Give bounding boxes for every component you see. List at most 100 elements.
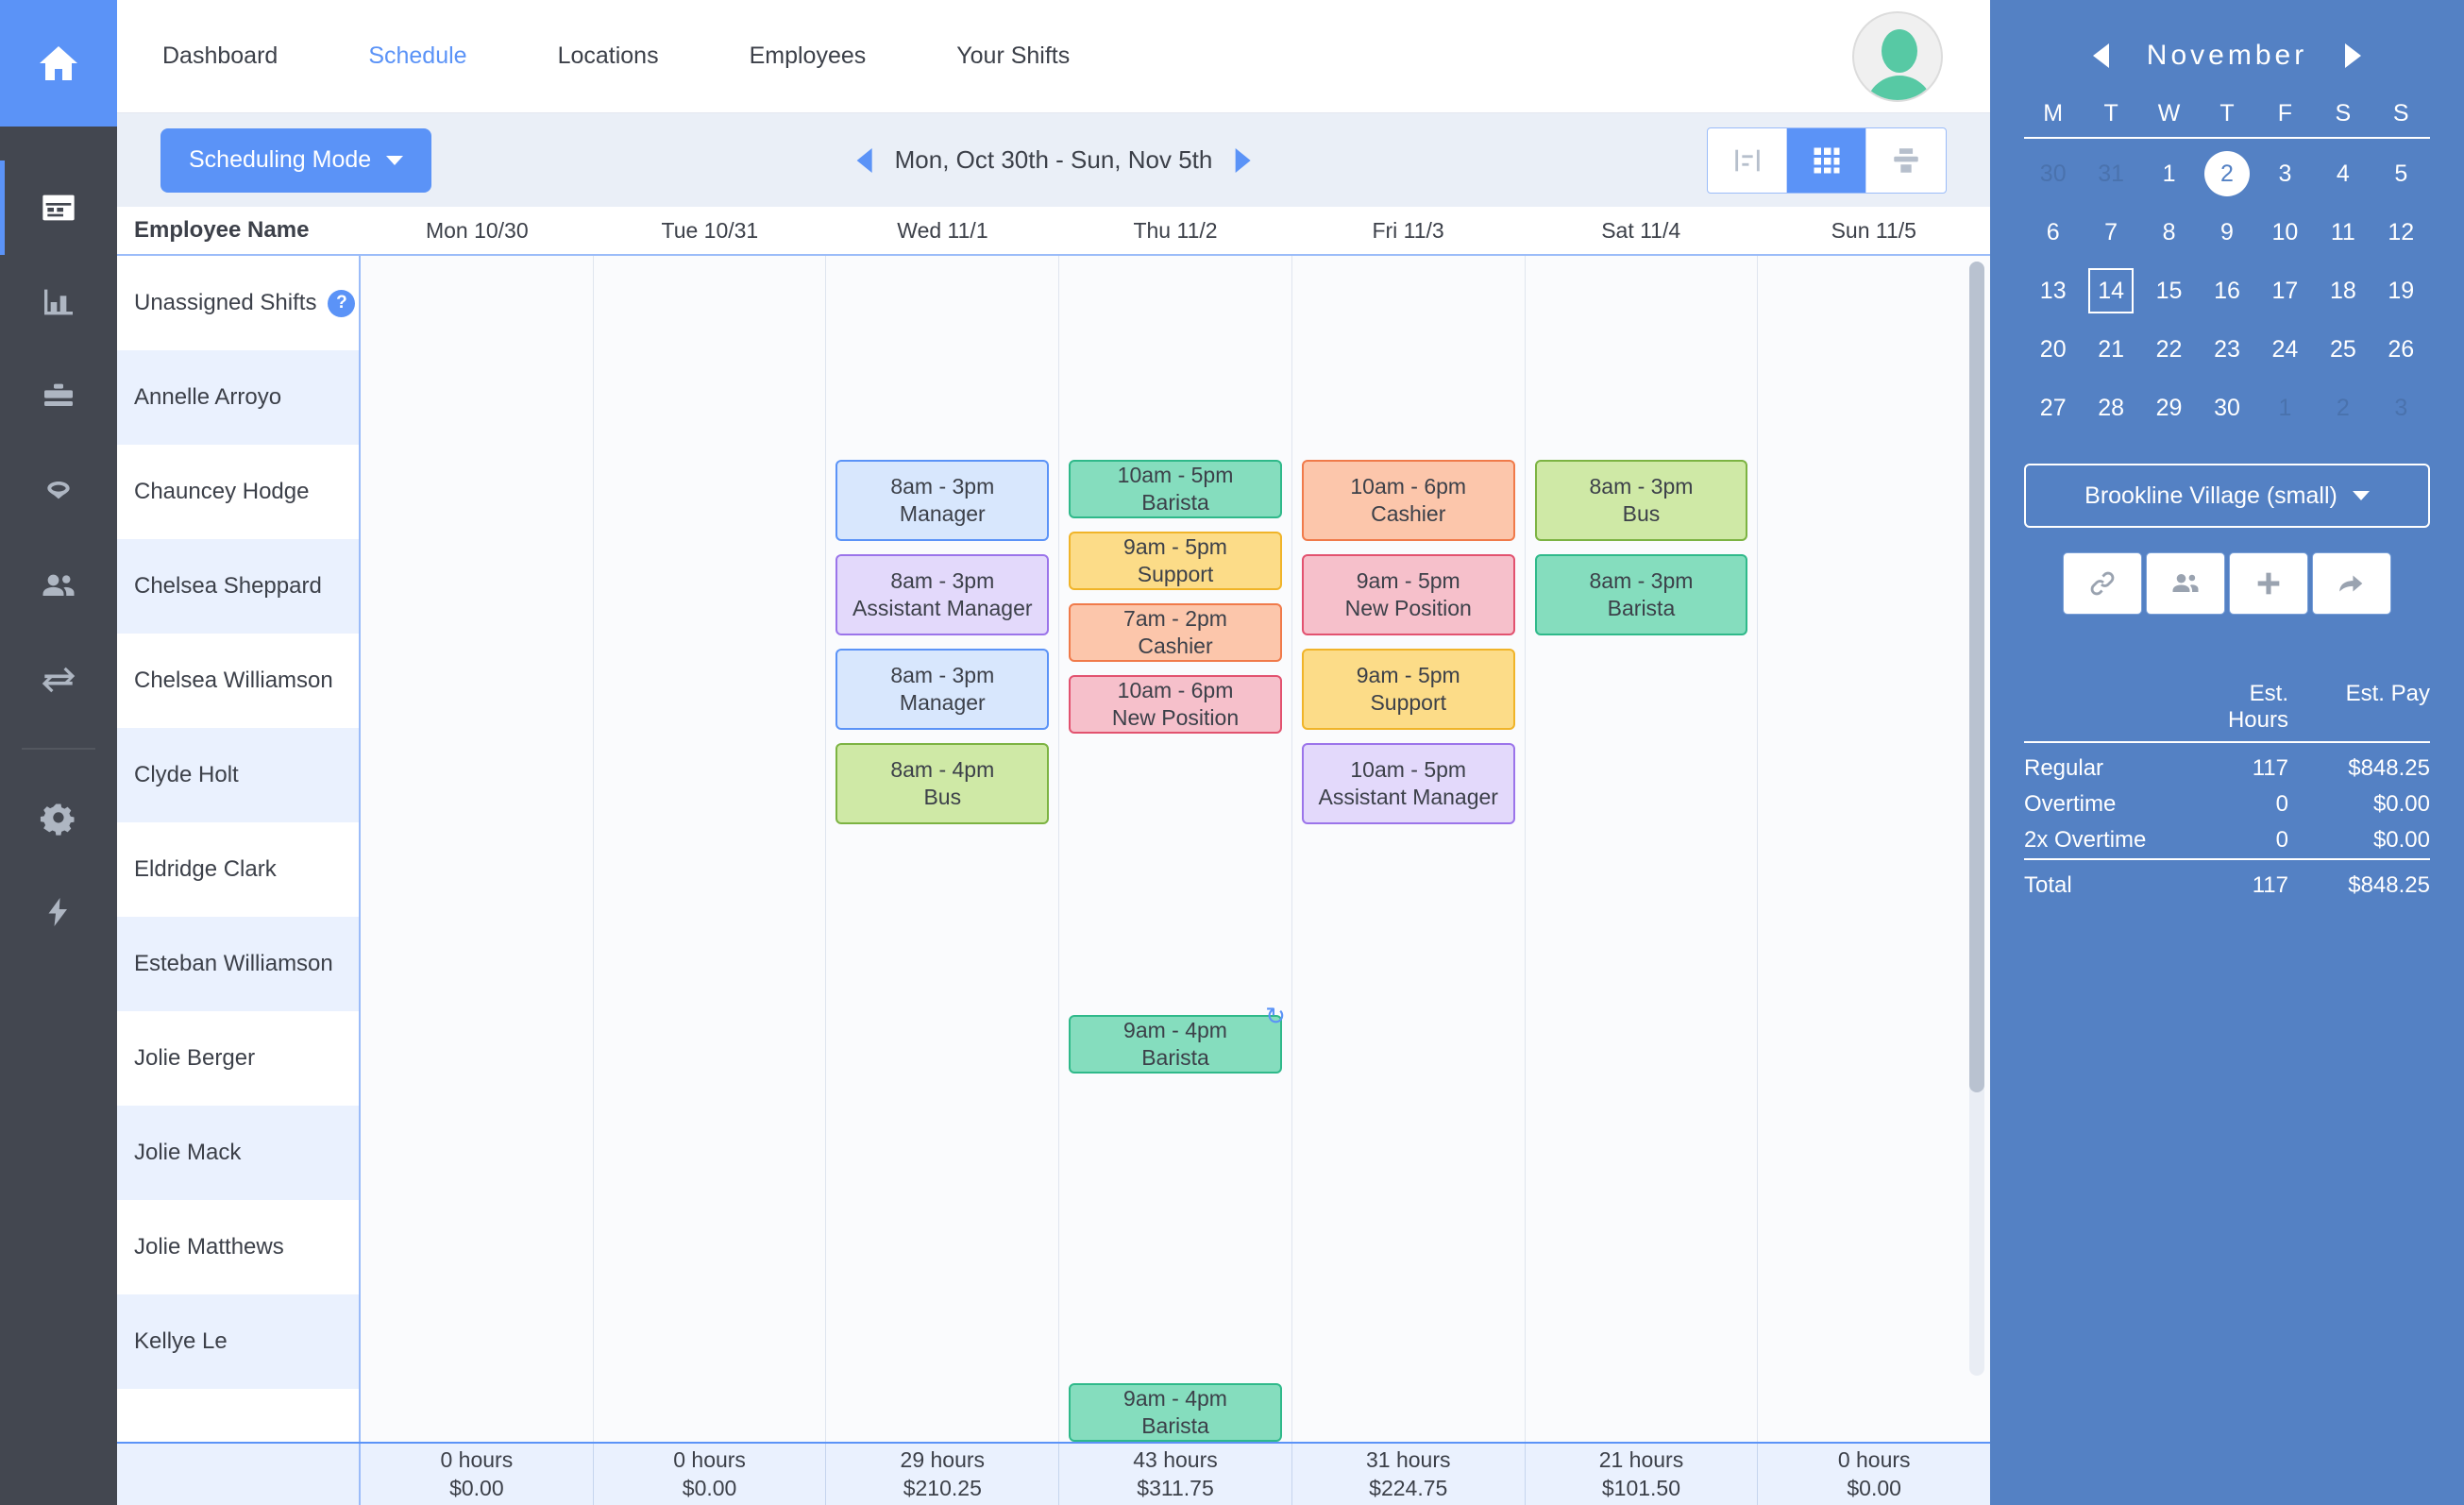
nav-your-shifts[interactable]: Your Shifts [956,42,1070,70]
manage-people-button[interactable] [2146,552,2225,615]
calendar-day[interactable]: 12 [2372,203,2430,262]
day-column[interactable]: 8am - 3pmBus 8am - 3pmBarista [1526,256,1759,1442]
copy-link-button[interactable] [2063,552,2142,615]
calendar-day[interactable]: 17 [2256,262,2314,320]
employee-row[interactable]: Chelsea Williamson [117,634,359,728]
calendar-day[interactable]: 18 [2314,262,2371,320]
calendar-day[interactable]: 28 [2082,379,2139,437]
location-selector[interactable]: Brookline Village (small) [2024,464,2430,528]
shift-card[interactable]: 8am - 4pmBus [835,743,1049,824]
shift-card[interactable]: 10am - 5pmBarista [1069,460,1282,518]
publish-share-button[interactable] [2312,552,2391,615]
calendar-day[interactable]: 14 [2082,262,2139,320]
calendar-day[interactable]: 2 [2198,144,2255,203]
rail-item-jobs[interactable] [0,349,117,444]
day-column[interactable] [594,256,827,1442]
view-timeline-button[interactable] [1708,128,1787,193]
employee-row[interactable]: Jolie Berger [117,1011,359,1106]
avatar-button[interactable] [1852,11,1943,102]
shift-card[interactable]: 8am - 3pmManager [835,460,1049,541]
prev-week-button[interactable] [857,148,872,173]
nav-dashboard[interactable]: Dashboard [162,42,278,70]
employee-row[interactable]: Esteban Williamson [117,917,359,1011]
rail-item-swaps[interactable] [0,633,117,727]
nav-locations[interactable]: Locations [558,42,659,70]
calendar-day[interactable]: 1 [2140,144,2198,203]
calendar-day[interactable]: 26 [2372,320,2430,379]
calendar-day[interactable]: 16 [2198,262,2255,320]
calendar-day[interactable]: 13 [2024,262,2082,320]
shift-card[interactable]: 9am - 4pmBarista↻ [1069,1015,1282,1074]
scheduling-mode-button[interactable]: Scheduling Mode [160,128,431,193]
nav-schedule[interactable]: Schedule [368,42,466,70]
calendar-day[interactable]: 8 [2140,203,2198,262]
shift-card[interactable]: 8am - 3pmManager [835,649,1049,730]
shift-card[interactable]: 9am - 5pmSupport [1069,532,1282,590]
home-button[interactable] [0,0,117,127]
calendar-day[interactable]: 3 [2256,144,2314,203]
employee-row[interactable]: Unassigned Shifts? [117,256,359,350]
calendar-day[interactable]: 25 [2314,320,2371,379]
rail-item-reports[interactable] [0,255,117,349]
rail-item-schedule[interactable] [0,161,117,255]
calendar-day[interactable]: 10 [2256,203,2314,262]
shift-card[interactable]: 9am - 5pmSupport [1302,649,1515,730]
calendar-day[interactable]: 30 [2024,144,2082,203]
calendar-day[interactable]: 1 [2256,379,2314,437]
calendar-day[interactable]: 22 [2140,320,2198,379]
calendar-day[interactable]: 30 [2198,379,2255,437]
shift-card[interactable]: 8am - 3pmAssistant Manager [835,554,1049,635]
add-shift-button[interactable] [2229,552,2308,615]
calendar-day[interactable]: 9 [2198,203,2255,262]
rail-item-settings[interactable] [0,770,117,865]
employee-row[interactable]: Chauncey Hodge [117,445,359,539]
shift-card[interactable]: 9am - 5pmNew Position [1302,554,1515,635]
help-icon[interactable]: ? [328,290,355,317]
shift-card[interactable]: 10am - 6pmCashier [1302,460,1515,541]
day-column[interactable] [361,256,594,1442]
employee-row[interactable]: Jolie Matthews [117,1200,359,1294]
employee-row[interactable]: Eldridge Clark [117,822,359,917]
calendar-day[interactable]: 2 [2314,379,2371,437]
calendar-day[interactable]: 19 [2372,262,2430,320]
calendar-day[interactable]: 15 [2140,262,2198,320]
shift-card[interactable]: 8am - 3pmBus [1535,460,1748,541]
calendar-day[interactable]: 21 [2082,320,2139,379]
employee-row[interactable]: Chelsea Sheppard [117,539,359,634]
calendar-day[interactable]: 3 [2372,379,2430,437]
view-grid-button[interactable] [1787,128,1866,193]
employee-row[interactable]: Annelle Arroyo [117,350,359,445]
shift-card[interactable]: 8am - 3pmBarista [1535,554,1748,635]
employee-row[interactable]: Clyde Holt [117,728,359,822]
calendar-day[interactable]: 23 [2198,320,2255,379]
calendar-day[interactable]: 7 [2082,203,2139,262]
day-column[interactable] [1758,256,1990,1442]
calendar-prev-button[interactable] [2093,43,2109,68]
next-week-button[interactable] [1235,148,1250,173]
rail-item-activity[interactable] [0,865,117,959]
calendar-day[interactable]: 4 [2314,144,2371,203]
nav-employees[interactable]: Employees [750,42,867,70]
rail-item-locations[interactable] [0,444,117,538]
day-column[interactable]: 10am - 6pmCashier 9am - 5pmNew Position 9a… [1292,256,1526,1442]
calendar-day[interactable]: 6 [2024,203,2082,262]
shift-card[interactable]: 7am - 2pmCashier [1069,603,1282,662]
employee-row[interactable]: Kellye Le [117,1294,359,1389]
vertical-scrollbar[interactable] [1969,262,1984,1376]
calendar-day[interactable]: 5 [2372,144,2430,203]
shift-card[interactable]: 10am - 6pmNew Position [1069,675,1282,734]
shift-card[interactable]: 9am - 4pmBarista [1069,1383,1282,1442]
calendar-day[interactable]: 20 [2024,320,2082,379]
print-button[interactable] [1866,128,1946,193]
calendar-day[interactable]: 27 [2024,379,2082,437]
scrollbar-thumb[interactable] [1969,262,1984,1092]
calendar-day[interactable]: 11 [2314,203,2371,262]
employee-row[interactable]: Jolie Mack [117,1106,359,1200]
calendar-day[interactable]: 31 [2082,144,2139,203]
shift-card[interactable]: 10am - 5pmAssistant Manager [1302,743,1515,824]
calendar-day[interactable]: 29 [2140,379,2198,437]
calendar-day[interactable]: 24 [2256,320,2314,379]
day-column[interactable]: 8am - 3pmManager 8am - 3pmAssistant Manag… [826,256,1059,1442]
calendar-next-button[interactable] [2345,43,2361,68]
rail-item-employees[interactable] [0,538,117,633]
